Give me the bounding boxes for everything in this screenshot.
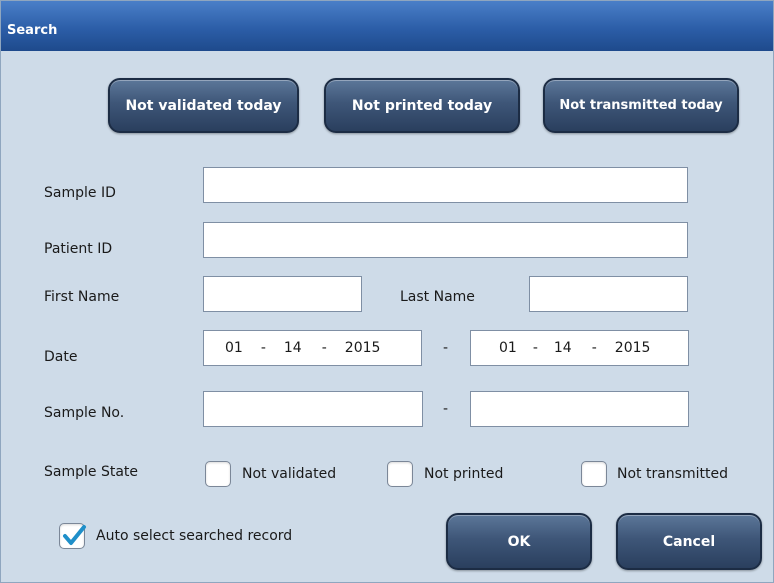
not-transmitted-checkbox[interactable] [581, 461, 607, 487]
date-range-separator: - [443, 340, 449, 356]
last-name-label: Last Name [400, 289, 475, 305]
date-to-day[interactable]: 14 [554, 340, 572, 356]
date-from-day[interactable]: 14 [284, 340, 302, 356]
date-to-dash-1: - [532, 340, 538, 356]
date-from-dash-1: - [260, 340, 266, 356]
date-from-field[interactable]: 01 - 14 - 2015 [203, 330, 422, 366]
sample-no-from-input[interactable] [203, 391, 423, 427]
not-transmitted-option-label[interactable]: Not transmitted [617, 466, 728, 482]
not-printed-option-label[interactable]: Not printed [424, 466, 503, 482]
ok-button[interactable]: OK [446, 513, 592, 570]
sample-state-label: Sample State [44, 464, 139, 480]
date-to-month[interactable]: 01 [499, 340, 517, 356]
sample-no-range-separator: - [443, 401, 449, 417]
sample-no-to-input[interactable] [470, 391, 689, 427]
checkmark-icon [63, 525, 86, 545]
ok-label: OK [507, 533, 531, 550]
date-from-year[interactable]: 2015 [345, 340, 381, 356]
sample-id-label: Sample ID [44, 185, 116, 201]
search-dialog: Search Not validated today Not printed t… [0, 0, 774, 583]
not-printed-checkbox[interactable] [387, 461, 413, 487]
last-name-input[interactable] [529, 276, 688, 312]
not-transmitted-today-label: Not transmitted today [559, 98, 723, 113]
not-printed-today-label: Not printed today [351, 97, 493, 114]
first-name-input[interactable] [203, 276, 362, 312]
dialog-title: Search [7, 23, 58, 38]
not-validated-today-label: Not validated today [125, 97, 282, 114]
patient-id-input[interactable] [203, 222, 688, 258]
not-validated-option-label[interactable]: Not validated [242, 466, 336, 482]
not-validated-today-button[interactable]: Not validated today [108, 78, 299, 133]
not-validated-checkbox[interactable] [205, 461, 231, 487]
first-name-label: First Name [44, 289, 120, 305]
cancel-label: Cancel [662, 533, 716, 550]
not-transmitted-today-button[interactable]: Not transmitted today [543, 78, 739, 133]
date-to-field[interactable]: 01 - 14 - 2015 [470, 330, 689, 366]
sample-id-input[interactable] [203, 167, 688, 203]
title-bar: Search [1, 1, 773, 51]
auto-select-label[interactable]: Auto select searched record [96, 528, 292, 544]
date-to-year[interactable]: 2015 [615, 340, 651, 356]
auto-select-checkbox[interactable] [59, 523, 86, 549]
patient-id-label: Patient ID [44, 241, 113, 257]
cancel-button[interactable]: Cancel [616, 513, 762, 570]
sample-no-label: Sample No. [44, 405, 125, 421]
date-from-month[interactable]: 01 [225, 340, 243, 356]
not-printed-today-button[interactable]: Not printed today [324, 78, 520, 133]
date-to-dash-2: - [591, 340, 597, 356]
date-label: Date [44, 349, 78, 365]
date-from-dash-2: - [321, 340, 327, 356]
